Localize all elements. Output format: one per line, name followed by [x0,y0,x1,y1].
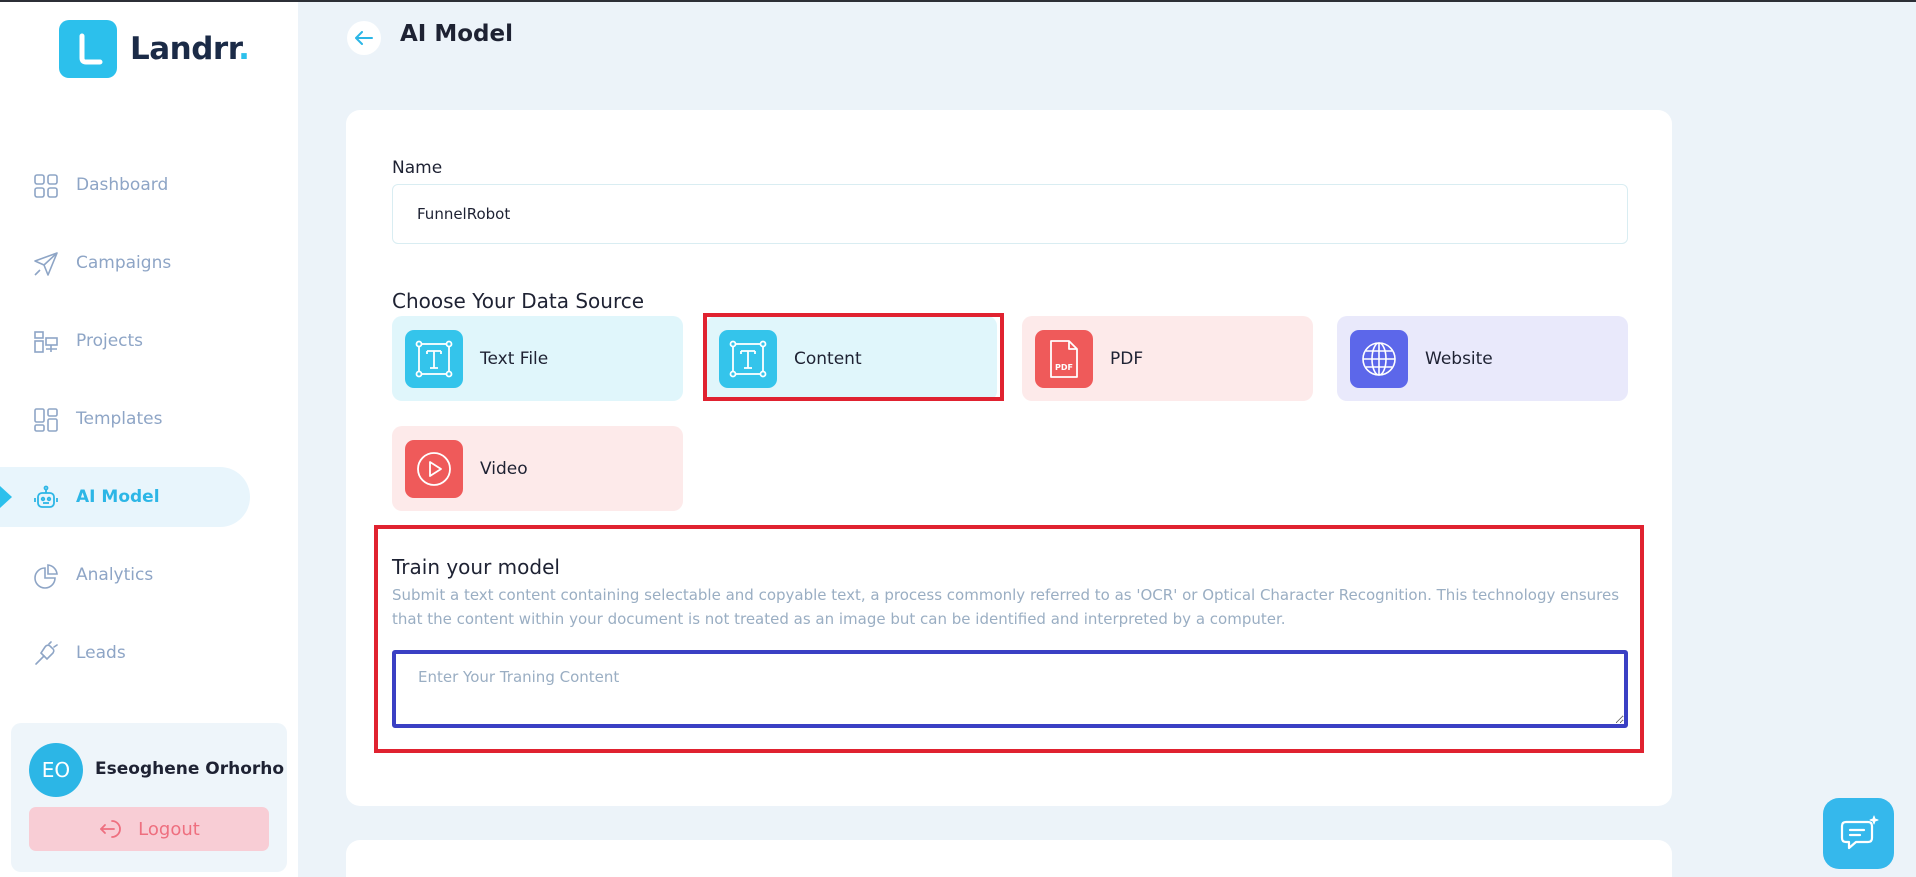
page-title: AI Model [400,21,514,47]
sidebar: Landrr. Dashboard Campaigns Projects Tem… [0,0,298,877]
play-icon [405,440,463,498]
name-label: Name [392,158,443,178]
user-card: EO Eseoghene Orhorho Logout [11,723,287,872]
pie-chart-icon [34,564,58,589]
source-pdf[interactable]: PDF PDF [1022,316,1313,401]
text-icon [405,330,463,388]
logo-mark-icon [59,20,117,78]
source-label: Video [480,458,528,479]
sidebar-item-label: Analytics [76,565,154,585]
svg-text:PDF: PDF [1055,363,1073,372]
training-content-textarea[interactable] [392,650,1628,728]
grid-icon [34,174,58,198]
source-label: Text File [480,348,549,369]
sidebar-item-label: Templates [76,409,163,429]
paper-plane-icon [34,252,58,276]
data-source-heading: Choose Your Data Source [392,289,645,313]
sidebar-item-dashboard[interactable]: Dashboard [0,155,250,215]
sidebar-item-templates[interactable]: Templates [0,389,250,449]
logo[interactable]: Landrr. [59,20,250,78]
templates-icon [34,408,58,432]
back-button[interactable] [347,21,381,55]
secondary-card [346,840,1672,877]
name-input[interactable] [392,184,1628,244]
sidebar-item-label: Projects [76,331,144,351]
window-top-border [0,0,1916,2]
sidebar-item-analytics[interactable]: Analytics [0,545,250,605]
user-name: Eseoghene Orhorho [95,759,285,779]
robot-icon [34,485,58,508]
sidebar-item-label: Campaigns [76,253,172,273]
source-video[interactable]: Video [392,426,683,511]
sidebar-item-campaigns[interactable]: Campaigns [0,233,250,293]
sidebar-item-ai-model[interactable]: AI Model [0,467,250,527]
source-website[interactable]: Website [1337,316,1628,401]
content-selection-highlight [703,313,1004,401]
avatar[interactable]: EO [29,743,83,797]
sidebar-item-label: Dashboard [76,175,169,195]
sidebar-item-label: AI Model [76,487,160,507]
chat-bubbles-icon [1840,815,1878,849]
pdf-icon: PDF [1035,330,1093,388]
train-description: Submit a text content containing selecta… [392,586,1620,628]
sidebar-item-leads[interactable]: Leads [0,623,250,683]
logout-button[interactable]: Logout [29,807,269,851]
chat-support-button[interactable] [1823,798,1894,869]
logout-icon [100,820,121,838]
globe-icon [1350,330,1408,388]
arrow-left-icon [355,31,373,45]
source-text-file[interactable]: Text File [392,316,683,401]
sidebar-item-label: Leads [76,643,126,663]
train-title: Train your model [392,555,560,579]
source-label: Website [1425,348,1493,369]
projects-icon [34,331,58,353]
sidebar-item-projects[interactable]: Projects [0,311,250,371]
leads-icon [35,641,58,665]
source-label: PDF [1110,348,1144,369]
brand-name: Landrr. [130,31,250,67]
logout-label: Logout [138,818,200,840]
